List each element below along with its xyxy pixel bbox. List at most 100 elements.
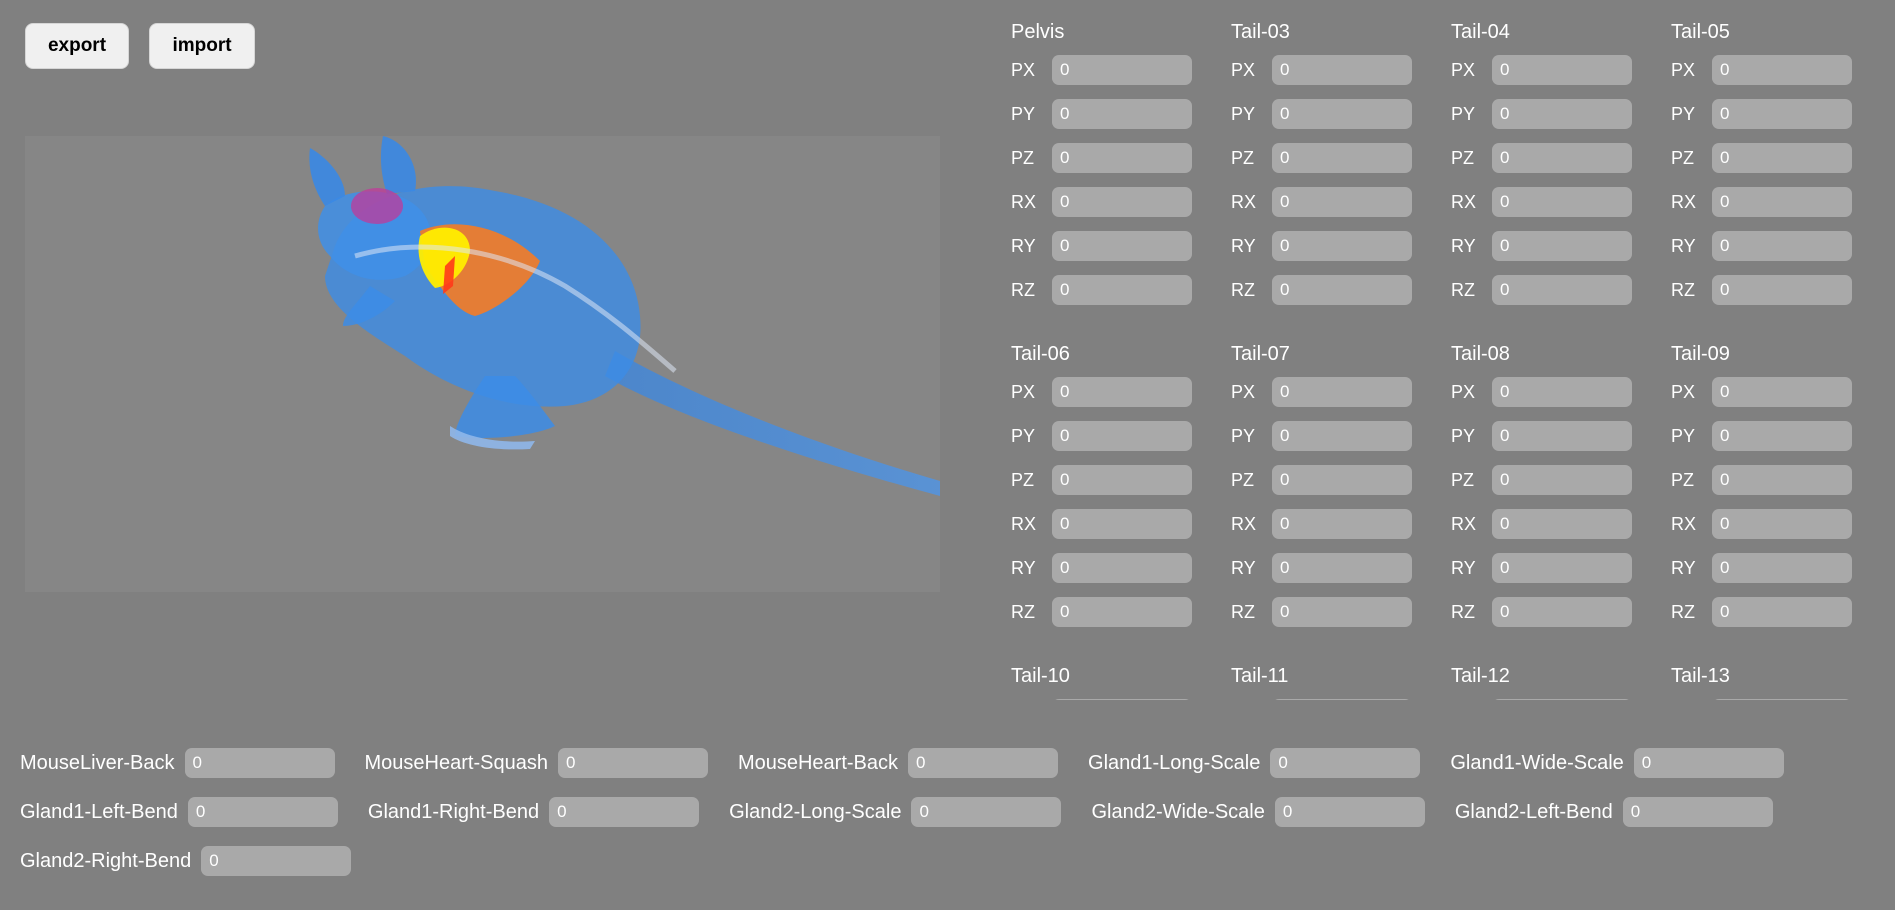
pz-input[interactable] <box>1052 465 1192 495</box>
field-row-rx: RX <box>1451 508 1671 540</box>
bone-group-tail-07: Tail-07 PX PY PZ RX RY RZ <box>1231 342 1451 628</box>
py-input[interactable] <box>1712 99 1852 129</box>
rx-input[interactable] <box>1492 187 1632 217</box>
rx-input[interactable] <box>1712 509 1852 539</box>
morph-value-input[interactable] <box>1274 797 1425 827</box>
px-input[interactable] <box>1712 699 1852 700</box>
pz-input[interactable] <box>1712 465 1852 495</box>
field-row-px: PX <box>1451 54 1671 86</box>
pz-input[interactable] <box>1492 143 1632 173</box>
bone-group-tail-04: Tail-04 PX PY PZ RX RY RZ <box>1451 20 1671 306</box>
ry-input[interactable] <box>1272 553 1412 583</box>
bone-name: Tail-13 <box>1671 665 1730 687</box>
axis-label-pz: PZ <box>1011 469 1035 490</box>
axis-label-rx: RX <box>1451 513 1477 534</box>
morph-value-input[interactable] <box>1270 748 1421 778</box>
field-row-px: PX <box>1011 376 1231 408</box>
bone-group-tail-08: Tail-08 PX PY PZ RX RY RZ <box>1451 342 1671 628</box>
px-input[interactable] <box>1712 55 1852 85</box>
field-row-py: PY <box>1011 98 1231 130</box>
rz-input[interactable] <box>1052 275 1192 305</box>
morph-value-input[interactable] <box>187 797 338 827</box>
field-row-ry: RY <box>1011 552 1231 584</box>
field-row-ry: RY <box>1231 230 1451 262</box>
field-row-pz: PZ <box>1011 464 1231 496</box>
py-input[interactable] <box>1492 99 1632 129</box>
morph-label: MouseLiver-Back <box>20 751 175 774</box>
rx-input[interactable] <box>1712 187 1852 217</box>
py-input[interactable] <box>1052 99 1192 129</box>
py-input[interactable] <box>1272 99 1412 129</box>
axis-label-ry: RY <box>1451 235 1476 256</box>
ry-input[interactable] <box>1052 553 1192 583</box>
rx-input[interactable] <box>1052 509 1192 539</box>
ry-input[interactable] <box>1712 231 1852 261</box>
px-input[interactable] <box>1272 377 1412 407</box>
bone-group-tail-05: Tail-05 PX PY PZ RX RY RZ <box>1671 20 1891 306</box>
3d-viewport[interactable] <box>25 136 940 592</box>
axis-label-pz: PZ <box>1451 469 1475 490</box>
rz-input[interactable] <box>1712 597 1852 627</box>
morph-mouseliver-back: MouseLiver-Back <box>20 748 335 778</box>
field-row-py: PY <box>1451 98 1671 130</box>
morph-label: MouseHeart-Squash <box>364 751 548 774</box>
axis-label-rz: RZ <box>1671 279 1695 300</box>
axis-label-rx: RX <box>1451 191 1477 212</box>
field-row-px: PX <box>1671 54 1891 86</box>
morph-value-input[interactable] <box>1622 797 1773 827</box>
ry-input[interactable] <box>1492 553 1632 583</box>
bone-group-pelvis: Pelvis PX PY PZ RX RY RZ <box>1011 20 1231 306</box>
import-button[interactable]: import <box>149 23 255 69</box>
py-input[interactable] <box>1492 421 1632 451</box>
px-input[interactable] <box>1272 55 1412 85</box>
field-row-pz: PZ <box>1671 464 1891 496</box>
pz-input[interactable] <box>1712 143 1852 173</box>
rx-input[interactable] <box>1272 187 1412 217</box>
axis-label-rx: RX <box>1011 191 1037 212</box>
rz-input[interactable] <box>1052 597 1192 627</box>
px-input[interactable] <box>1272 699 1412 700</box>
morph-value-input[interactable] <box>1633 748 1784 778</box>
bone-group-tail-10: Tail-10PXPYPZRXRYRZ <box>1011 664 1231 700</box>
axis-label-pz: PZ <box>1011 147 1035 168</box>
ry-input[interactable] <box>1272 231 1412 261</box>
px-input[interactable] <box>1712 377 1852 407</box>
morph-value-input[interactable] <box>911 797 1062 827</box>
rx-input[interactable] <box>1272 509 1412 539</box>
px-input[interactable] <box>1492 377 1632 407</box>
pz-input[interactable] <box>1492 465 1632 495</box>
ry-input[interactable] <box>1052 231 1192 261</box>
morph-value-input[interactable] <box>201 846 352 876</box>
rz-input[interactable] <box>1492 597 1632 627</box>
morph-value-input[interactable] <box>908 748 1059 778</box>
rz-input[interactable] <box>1712 275 1852 305</box>
px-input[interactable] <box>1052 699 1192 700</box>
rx-input[interactable] <box>1052 187 1192 217</box>
morph-value-input[interactable] <box>549 797 700 827</box>
px-input[interactable] <box>1492 699 1632 700</box>
py-input[interactable] <box>1712 421 1852 451</box>
px-input[interactable] <box>1492 55 1632 85</box>
ry-input[interactable] <box>1492 231 1632 261</box>
field-row-ry: RY <box>1671 230 1891 262</box>
bone-transform-panel[interactable]: PelvisPXPYPZRXRYRZTail-03PXPYPZRXRYRZTai… <box>1011 20 1895 700</box>
pz-input[interactable] <box>1272 143 1412 173</box>
axis-label-pz: PZ <box>1231 147 1255 168</box>
px-input[interactable] <box>1052 377 1192 407</box>
morph-value-input[interactable] <box>557 748 708 778</box>
rx-input[interactable] <box>1492 509 1632 539</box>
field-row-rx: RX <box>1451 186 1671 218</box>
export-button[interactable]: export <box>25 23 129 69</box>
morph-row: Gland2-Right-Bend <box>20 845 1880 877</box>
pz-input[interactable] <box>1272 465 1412 495</box>
px-input[interactable] <box>1052 55 1192 85</box>
rz-input[interactable] <box>1272 597 1412 627</box>
pz-input[interactable] <box>1052 143 1192 173</box>
axis-label-py: PY <box>1451 425 1476 446</box>
py-input[interactable] <box>1272 421 1412 451</box>
py-input[interactable] <box>1052 421 1192 451</box>
morph-value-input[interactable] <box>184 748 335 778</box>
rz-input[interactable] <box>1492 275 1632 305</box>
ry-input[interactable] <box>1712 553 1852 583</box>
rz-input[interactable] <box>1272 275 1412 305</box>
